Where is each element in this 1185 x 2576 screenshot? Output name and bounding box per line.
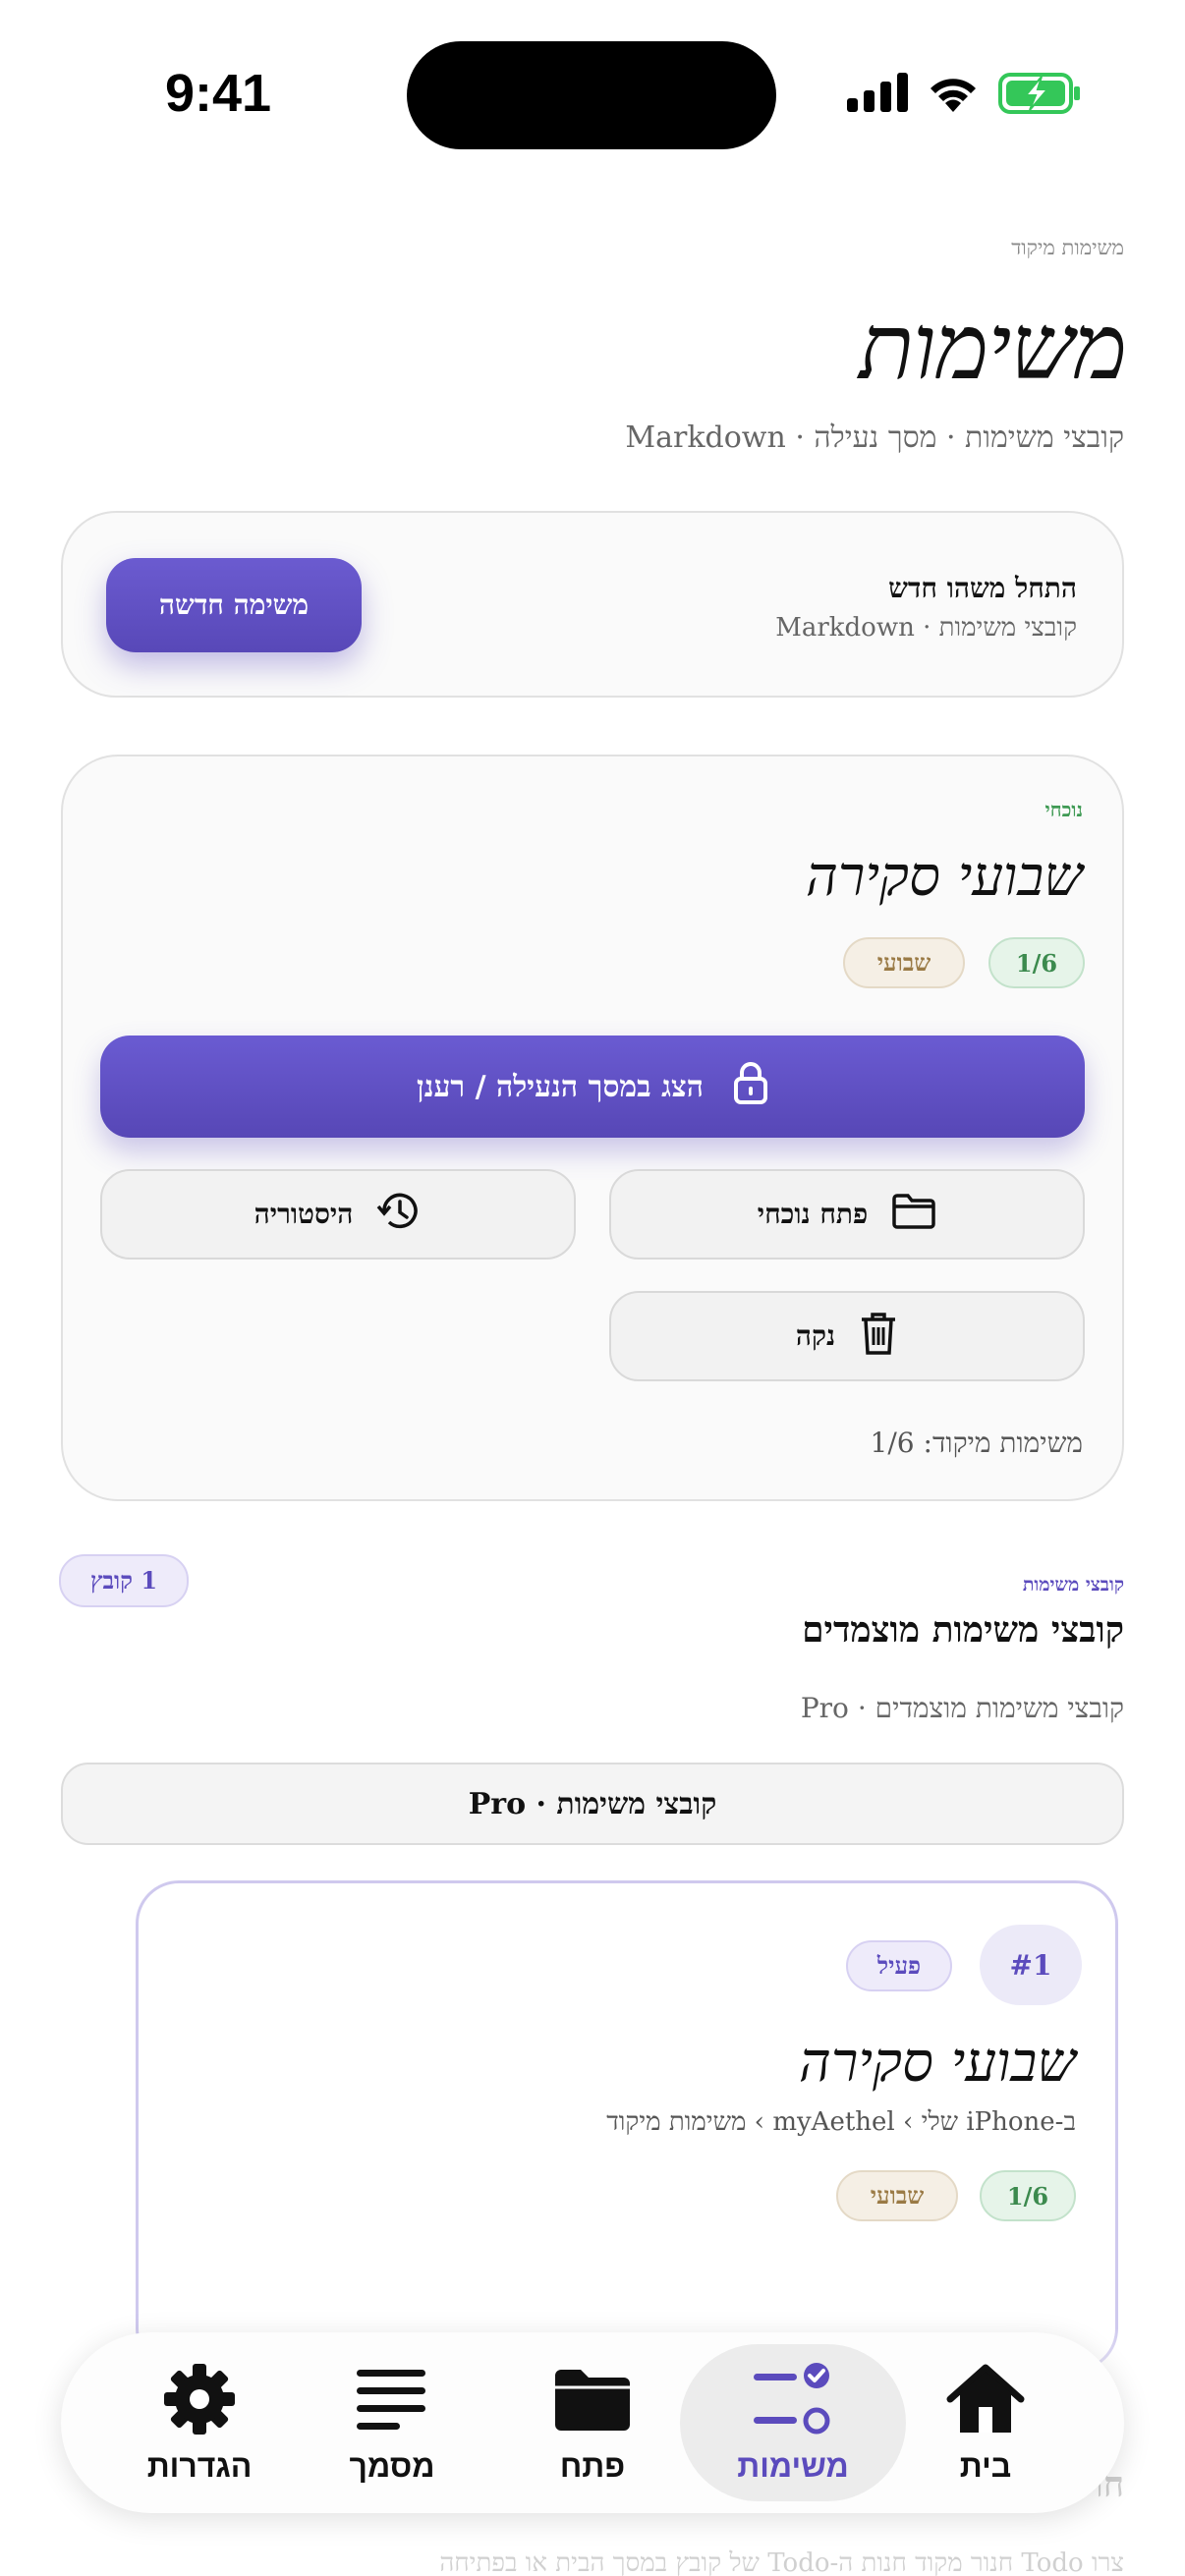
cellular-signal-icon	[847, 73, 908, 112]
tasks-check-icon	[752, 2362, 834, 2440]
history-button[interactable]: היסטוריה	[100, 1169, 576, 1260]
house-icon	[944, 2362, 1027, 2440]
status-icons	[847, 73, 1083, 122]
page-title: משימות	[859, 295, 1127, 400]
battery-charging-icon	[998, 73, 1080, 114]
new-task-title: התחל משהו חדש	[888, 572, 1077, 604]
folder-icon	[891, 1193, 936, 1237]
tab-tasks[interactable]: משימות	[680, 2344, 906, 2501]
period-badge: שבועי	[843, 937, 965, 988]
trash-icon	[859, 1311, 898, 1363]
lock-screen-label: הצג במסך הנעילה / רענן	[417, 1069, 704, 1104]
presets-title: קובצי משימות מוצמדים	[802, 1609, 1124, 1651]
preset-path: ב-iPhone שלי › myAethel › משימות מיקוד	[606, 2107, 1076, 2137]
preset-title: שבועי סקירה	[799, 2031, 1076, 2095]
history-label: היסטוריה	[254, 1198, 354, 1230]
presets-subtitle: קובצי משימות מוצמדים · Pro	[800, 1692, 1124, 1724]
gear-icon	[158, 2362, 241, 2440]
new-task-subtitle: קובצי משימות · Markdown	[775, 613, 1077, 643]
clear-button[interactable]: נקה	[609, 1291, 1085, 1381]
new-task-card: התחל משהו חדש קובצי משימות · Markdown מש…	[61, 511, 1124, 698]
dynamic-island	[407, 41, 776, 149]
tab-bar: בית משימות פתח מסמך הגדרות	[61, 2332, 1124, 2513]
preset-card[interactable]: #1 פעיל שבועי סקירה ב-iPhone שלי › myAet…	[136, 1880, 1118, 2372]
page-eyebrow: משימות מיקוד	[1011, 236, 1124, 259]
tab-document-label: מסמך	[349, 2447, 435, 2484]
tab-home-label: בית	[959, 2447, 1012, 2484]
lines-icon	[351, 2362, 433, 2440]
preset-period-badge: שבועי	[836, 2170, 958, 2221]
tab-document[interactable]: מסמך	[279, 2344, 505, 2501]
lock-icon	[733, 1061, 768, 1112]
presets-eyebrow: קובצי משימות	[1022, 1574, 1124, 1596]
tab-settings[interactable]: הגדרות	[86, 2344, 312, 2501]
wifi-icon	[931, 79, 976, 112]
tab-home[interactable]: בית	[873, 2344, 1099, 2501]
clear-label: נקה	[795, 1319, 836, 1352]
preset-number: #1	[980, 1925, 1082, 2005]
progress-badge: 1/6	[988, 937, 1085, 988]
presets-count-badge: 1 קובץ	[59, 1554, 189, 1607]
page-subtitle: קובצי משימות · מסך נעילה · Markdown	[625, 420, 1124, 455]
new-task-button[interactable]: משימה חדשה	[106, 558, 362, 652]
current-task-card: נוכחי שבועי סקירה 1/6 שבועי הצג במסך הנע…	[61, 755, 1124, 1501]
peek-section-text: צרו Todo ‏חנור מקוד חנות ה-Todo של קובץ …	[439, 2548, 1124, 2576]
tab-settings-label: הגדרות	[146, 2447, 253, 2484]
status-time: 9:41	[165, 64, 272, 123]
pro-presets-button[interactable]: קובצי משימות · Pro	[61, 1763, 1124, 1845]
open-current-button[interactable]: פתח נוכחי	[609, 1169, 1085, 1260]
current-footer: משימות מיקוד: 1/6	[870, 1427, 1083, 1459]
open-current-label: פתח נוכחי	[757, 1198, 869, 1230]
tab-open-label: פתח	[559, 2447, 626, 2484]
tab-tasks-label: משימות	[737, 2447, 849, 2484]
current-title: שבועי סקירה	[806, 845, 1083, 909]
status-bar: 9:41	[0, 0, 1185, 187]
lock-screen-button[interactable]: הצג במסך הנעילה / רענן	[100, 1036, 1085, 1138]
preset-status-badge: פעיל	[846, 1940, 952, 1991]
tab-open[interactable]: פתח	[480, 2344, 705, 2501]
current-eyebrow: נוכחי	[1044, 798, 1083, 821]
preset-progress-badge: 1/6	[980, 2170, 1076, 2221]
history-icon	[376, 1190, 422, 1240]
folder-icon	[551, 2362, 634, 2440]
